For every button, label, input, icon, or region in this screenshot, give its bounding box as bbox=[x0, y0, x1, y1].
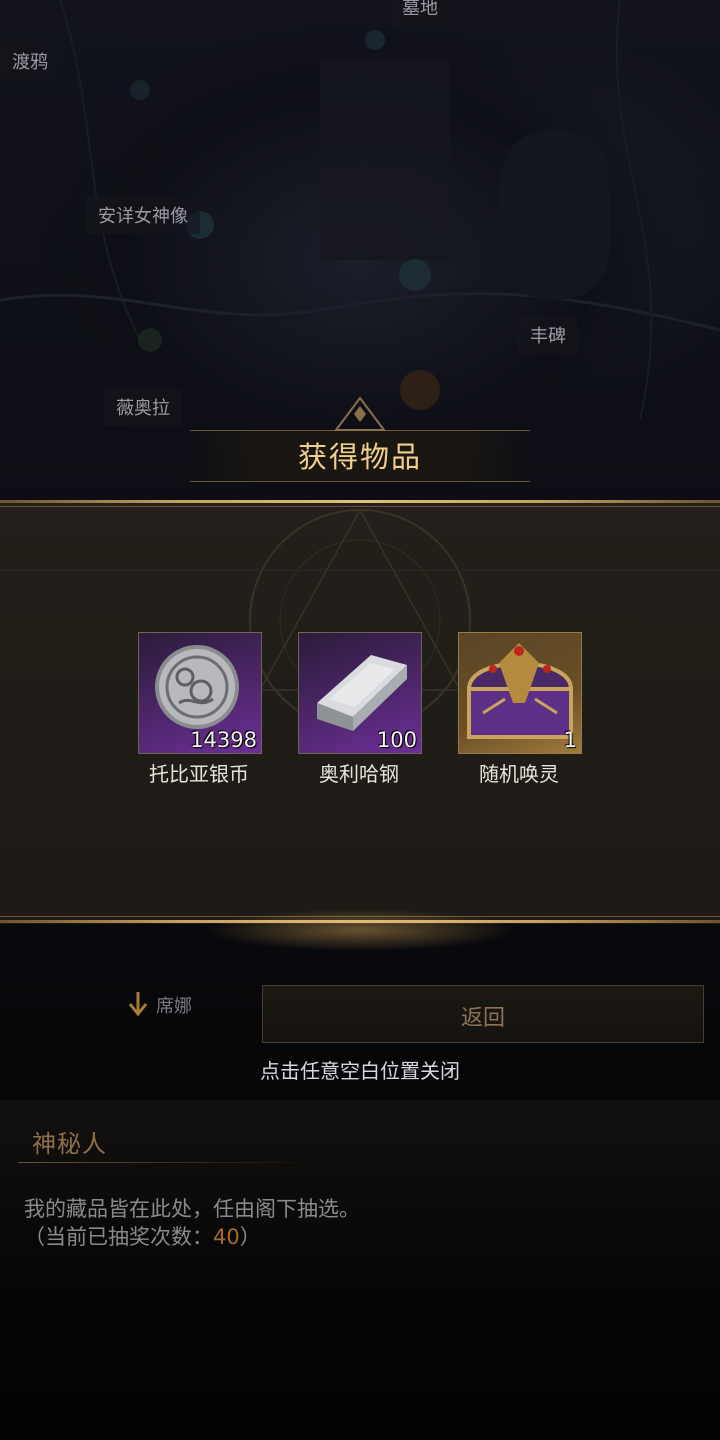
item-count: 14398 bbox=[190, 728, 257, 752]
item-name: 随机唤灵 bbox=[479, 762, 559, 786]
modal-title: 获得物品 bbox=[297, 440, 422, 474]
modal-border-top bbox=[0, 500, 720, 503]
modal-glow bbox=[140, 900, 580, 960]
reward-item-ingot[interactable]: 100 bbox=[298, 632, 422, 754]
npc-name: 神秘人 bbox=[32, 1130, 107, 1158]
map-label-viola[interactable]: 薇奥拉 bbox=[104, 388, 182, 426]
map-label-cemetery[interactable]: 墓地 bbox=[390, 0, 450, 26]
item-name: 奥利哈钢 bbox=[319, 762, 399, 786]
item-name: 托比亚银币 bbox=[149, 762, 249, 786]
draw-count: 40 bbox=[213, 1225, 240, 1249]
title-ornament-icon bbox=[334, 396, 386, 431]
dialog-prefix: （当前已抽奖次数： bbox=[24, 1225, 213, 1249]
return-button-label: 返回 bbox=[460, 1006, 505, 1031]
map-label-raven[interactable]: 渡鸦 bbox=[0, 42, 60, 80]
npc-name-divider bbox=[18, 1162, 318, 1163]
item-count: 1 bbox=[563, 728, 577, 752]
map-label-monument[interactable]: 丰碑 bbox=[518, 316, 578, 354]
reward-item-silver-coin[interactable]: 14398 bbox=[138, 632, 262, 754]
modal-border-thin-top bbox=[0, 506, 720, 507]
map-label-goddess-statue[interactable]: 安详女神像 bbox=[86, 196, 200, 234]
close-hint[interactable]: 点击任意空白位置关闭 bbox=[0, 1055, 720, 1084]
reward-item-chest[interactable]: 1 bbox=[458, 632, 582, 754]
item-count: 100 bbox=[376, 728, 417, 752]
npc-location-label[interactable]: 席娜 bbox=[156, 992, 192, 1018]
npc-dialog-line-1: 我的藏品皆在此处，任由阁下抽选。 bbox=[24, 1197, 360, 1221]
dialog-suffix: ） bbox=[239, 1225, 261, 1249]
return-button[interactable]: 返回 bbox=[262, 985, 704, 1043]
npc-dialog-line-2: （当前已抽奖次数：40） bbox=[24, 1221, 261, 1251]
game-screen[interactable]: 墓地 渡鸦 安详女神像 丰碑 薇奥拉 返回 席娜 点击任意空白位置关闭 神秘人 … bbox=[0, 0, 720, 1440]
arrow-down-icon bbox=[128, 992, 148, 1017]
